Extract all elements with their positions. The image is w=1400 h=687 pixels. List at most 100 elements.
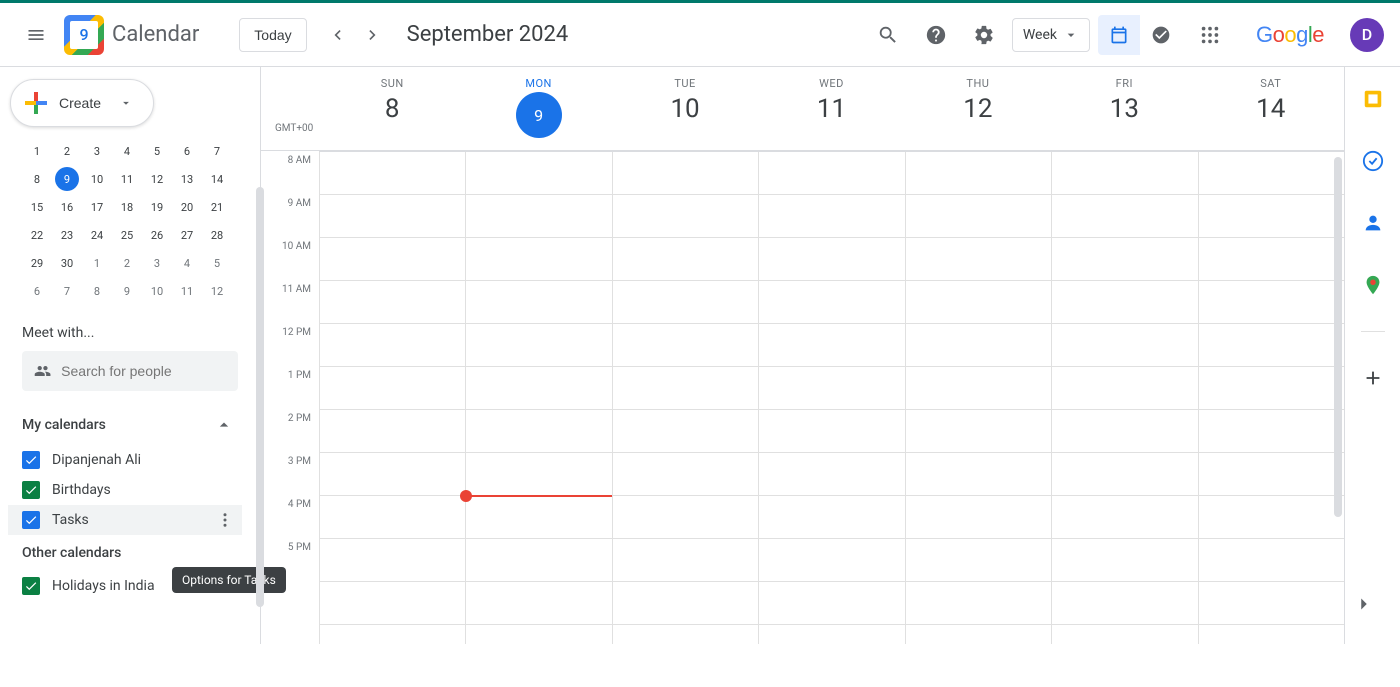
- minical-day[interactable]: 11: [112, 165, 142, 193]
- contacts-button[interactable]: [1353, 203, 1393, 243]
- caret-down-icon: [1063, 27, 1079, 43]
- minical-day[interactable]: 4: [112, 137, 142, 165]
- calendar-checkbox[interactable]: [22, 481, 40, 499]
- minical-day[interactable]: 24: [82, 221, 112, 249]
- minical-day[interactable]: 6: [172, 137, 202, 165]
- minical-day[interactable]: 17: [82, 193, 112, 221]
- chevron-up-icon: [214, 415, 234, 435]
- day-column[interactable]: [1198, 152, 1344, 644]
- minical-day[interactable]: 1: [22, 137, 52, 165]
- minical-day[interactable]: 8: [22, 165, 52, 193]
- minical-day[interactable]: 27: [172, 221, 202, 249]
- minical-day[interactable]: 12: [202, 277, 232, 305]
- minical-day[interactable]: 10: [142, 277, 172, 305]
- minical-day[interactable]: 1: [82, 249, 112, 277]
- keep-button[interactable]: [1353, 79, 1393, 119]
- search-people-field[interactable]: [22, 351, 238, 391]
- prev-period-button[interactable]: [319, 17, 355, 53]
- minical-day[interactable]: 14: [202, 165, 232, 193]
- minical-day[interactable]: 7: [52, 277, 82, 305]
- logo-day-number: 9: [70, 21, 98, 49]
- next-period-button[interactable]: [355, 17, 391, 53]
- minical-day[interactable]: 19: [142, 193, 172, 221]
- minical-day[interactable]: 10: [82, 165, 112, 193]
- google-apps-button[interactable]: [1190, 15, 1230, 55]
- account-avatar[interactable]: D: [1350, 18, 1384, 52]
- minical-day[interactable]: 22: [22, 221, 52, 249]
- tasks-layout-button[interactable]: [1140, 15, 1182, 55]
- minical-day[interactable]: 15: [22, 193, 52, 221]
- hide-side-panel-button[interactable]: [1344, 584, 1384, 624]
- day-header[interactable]: WED11: [758, 67, 904, 150]
- minical-day[interactable]: 9: [55, 167, 79, 191]
- minical-day[interactable]: 29: [22, 249, 52, 277]
- minical-day[interactable]: 8: [82, 277, 112, 305]
- day-header[interactable]: THU12: [905, 67, 1051, 150]
- minical-day[interactable]: 30: [52, 249, 82, 277]
- day-of-week-label: FRI: [1051, 77, 1197, 90]
- minical-day[interactable]: 3: [142, 249, 172, 277]
- day-column[interactable]: [465, 152, 611, 644]
- day-column[interactable]: [1051, 152, 1197, 644]
- view-switcher-dropdown[interactable]: Week: [1012, 18, 1090, 52]
- search-people-input[interactable]: [61, 363, 226, 379]
- minical-day[interactable]: 4: [172, 249, 202, 277]
- minical-day[interactable]: 5: [142, 137, 172, 165]
- app-logo[interactable]: 9 Calendar: [64, 15, 239, 55]
- other-calendars-toggle[interactable]: Other calendars: [8, 539, 242, 567]
- day-column[interactable]: [758, 152, 904, 644]
- minical-day[interactable]: 13: [172, 165, 202, 193]
- minical-day[interactable]: 26: [142, 221, 172, 249]
- minical-day[interactable]: 2: [52, 137, 82, 165]
- support-button[interactable]: [916, 15, 956, 55]
- minical-day[interactable]: 18: [112, 193, 142, 221]
- day-number: 12: [905, 94, 1051, 124]
- my-calendars-toggle[interactable]: My calendars: [8, 409, 242, 441]
- calendar-layout-button[interactable]: [1098, 15, 1140, 55]
- day-column[interactable]: [612, 152, 758, 644]
- minical-day[interactable]: 9: [112, 277, 142, 305]
- today-button[interactable]: Today: [239, 18, 306, 52]
- minical-day[interactable]: 2: [112, 249, 142, 277]
- search-button[interactable]: [868, 15, 908, 55]
- maps-button[interactable]: [1353, 265, 1393, 305]
- calendar-item[interactable]: Dipanjenah Ali: [8, 445, 242, 475]
- minical-day[interactable]: 20: [172, 193, 202, 221]
- minical-day[interactable]: 23: [52, 221, 82, 249]
- day-header[interactable]: SAT14: [1198, 67, 1344, 150]
- minical-day[interactable]: 16: [52, 193, 82, 221]
- calendar-checkbox[interactable]: [22, 511, 40, 529]
- day-header[interactable]: SUN8: [319, 67, 465, 150]
- day-column[interactable]: [319, 152, 465, 644]
- minical-day[interactable]: 6: [22, 277, 52, 305]
- main-menu-button[interactable]: [16, 15, 56, 55]
- calendar-checkbox[interactable]: [22, 451, 40, 469]
- calendar-item[interactable]: Birthdays: [8, 475, 242, 505]
- create-button[interactable]: Create: [10, 79, 154, 127]
- week-body[interactable]: 8 AM9 AM10 AM11 AM12 PM1 PM2 PM3 PM4 PM5…: [261, 151, 1344, 644]
- week-scrollbar[interactable]: [1334, 157, 1342, 577]
- minical-day[interactable]: 28: [202, 221, 232, 249]
- minical-day[interactable]: 7: [202, 137, 232, 165]
- day-header[interactable]: FRI13: [1051, 67, 1197, 150]
- week-grid[interactable]: [319, 151, 1344, 644]
- day-header[interactable]: MON9: [465, 67, 611, 150]
- calendar-options-button[interactable]: [216, 511, 234, 529]
- minical-day[interactable]: 3: [82, 137, 112, 165]
- my-calendars-label: My calendars: [22, 417, 106, 433]
- calendar-checkbox[interactable]: [22, 577, 40, 595]
- day-number: 14: [1198, 94, 1344, 124]
- minical-day[interactable]: 25: [112, 221, 142, 249]
- minical-day[interactable]: 11: [172, 277, 202, 305]
- day-header[interactable]: TUE10: [612, 67, 758, 150]
- timezone-label: GMT+00: [275, 123, 313, 134]
- get-addons-button[interactable]: [1353, 358, 1393, 398]
- minical-day[interactable]: 21: [202, 193, 232, 221]
- settings-button[interactable]: [964, 15, 1004, 55]
- minical-day[interactable]: 5: [202, 249, 232, 277]
- minical-day[interactable]: 12: [142, 165, 172, 193]
- day-column[interactable]: [905, 152, 1051, 644]
- tasks-button[interactable]: [1353, 141, 1393, 181]
- mini-calendar[interactable]: 1234567891011121314151617181920212223242…: [8, 137, 242, 313]
- calendar-item[interactable]: Tasks: [8, 505, 242, 535]
